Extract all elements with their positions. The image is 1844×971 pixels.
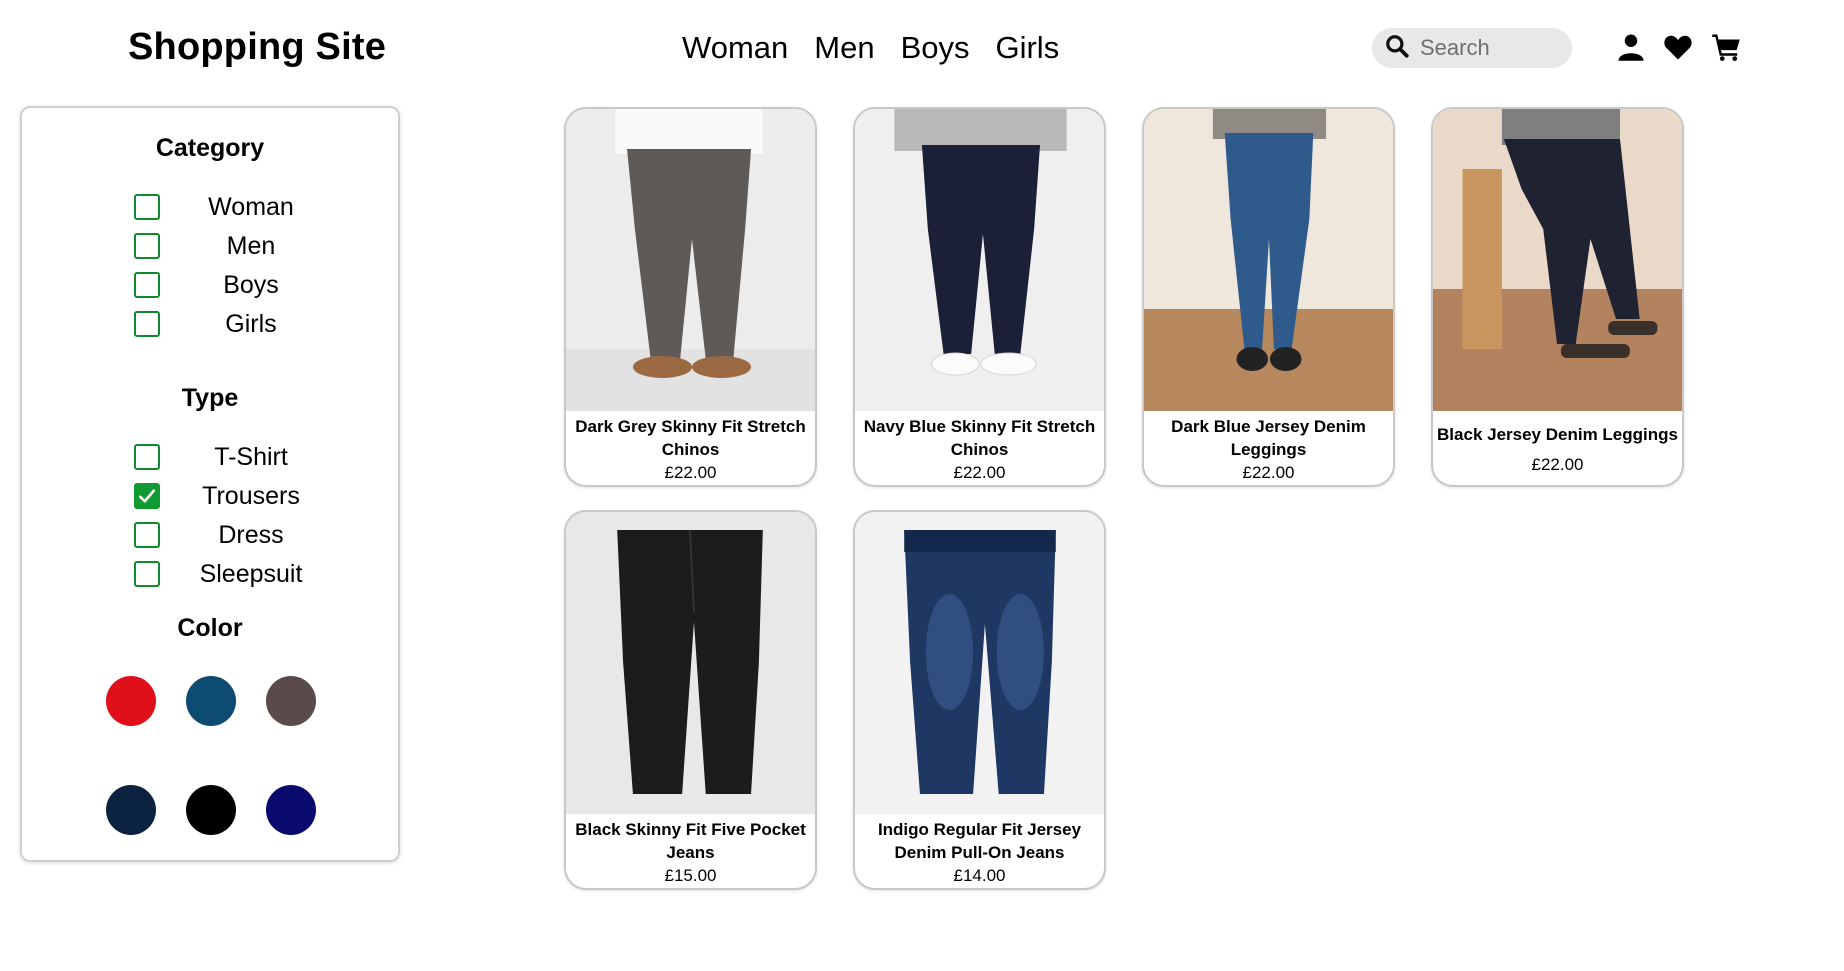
main-nav: Woman Men Boys Girls (682, 30, 1059, 66)
product-price: £15.00 (664, 866, 717, 885)
product-image (566, 512, 815, 814)
filter-category-girls[interactable]: Girls (134, 307, 334, 341)
filter-category-woman[interactable]: Woman (134, 190, 334, 224)
search-icon[interactable] (1384, 33, 1410, 64)
nav-boys[interactable]: Boys (901, 30, 970, 66)
checkbox[interactable] (134, 272, 160, 298)
user-icon[interactable] (1616, 32, 1646, 62)
product-image (1144, 109, 1393, 411)
color-swatch-navy[interactable] (106, 785, 156, 835)
product-name: Indigo Regular Fit Jersey Denim Pull-On … (877, 820, 1082, 862)
product-image (1433, 109, 1682, 411)
cart-icon[interactable] (1711, 32, 1741, 62)
filter-type-dress[interactable]: Dress (134, 518, 334, 552)
product-image (566, 109, 815, 411)
checkbox-checked[interactable] (134, 483, 160, 509)
product-card[interactable]: Black Skinny Fit Five Pocket Jeans £15.0… (564, 510, 817, 890)
option-label: Sleepsuit (199, 559, 303, 588)
type-title: Type (181, 384, 239, 412)
option-label: Trousers (202, 481, 300, 510)
product-card[interactable]: Black Jersey Denim Leggings £22.00 (1431, 107, 1684, 487)
option-label: Boys (223, 270, 279, 299)
search-bar (1372, 28, 1572, 68)
product-card[interactable]: Dark Blue Jersey Denim Leggings £22.00 (1142, 107, 1395, 487)
product-image (855, 109, 1104, 411)
option-label: Dress (218, 520, 284, 549)
color-swatch-blue[interactable] (186, 676, 236, 726)
option-label: T-Shirt (214, 442, 288, 471)
product-price: £22.00 (1531, 455, 1584, 474)
product-card[interactable]: Dark Grey Skinny Fit Stretch Chinos £22.… (564, 107, 817, 487)
product-price: £22.00 (1242, 463, 1295, 482)
product-card[interactable]: Navy Blue Skinny Fit Stretch Chinos £22.… (853, 107, 1106, 487)
option-label: Woman (208, 192, 294, 221)
option-label: Men (226, 231, 276, 260)
site-logo[interactable]: Shopping Site (128, 26, 386, 69)
nav-men[interactable]: Men (814, 30, 874, 66)
product-image (855, 512, 1104, 814)
nav-woman[interactable]: Woman (682, 30, 788, 66)
category-title: Category (155, 134, 265, 162)
checkbox[interactable] (134, 561, 160, 587)
color-title: Color (177, 614, 243, 642)
checkmark-icon (138, 489, 156, 503)
product-name: Dark Blue Jersey Denim Leggings (1171, 417, 1366, 459)
checkbox[interactable] (134, 311, 160, 337)
checkbox[interactable] (134, 233, 160, 259)
search-input[interactable] (1420, 35, 1560, 61)
option-label: Girls (225, 309, 277, 338)
product-name: Black Jersey Denim Leggings (1437, 425, 1678, 444)
checkbox[interactable] (134, 522, 160, 548)
product-name: Black Skinny Fit Five Pocket Jeans (575, 820, 806, 862)
product-price: £22.00 (664, 463, 717, 482)
color-swatch-brown[interactable] (266, 676, 316, 726)
color-swatch-red[interactable] (106, 676, 156, 726)
filter-type-sleepsuit[interactable]: Sleepsuit (134, 557, 334, 591)
product-name: Navy Blue Skinny Fit Stretch Chinos (863, 417, 1096, 459)
filter-type-trousers[interactable]: Trousers (134, 479, 334, 513)
filter-sidebar: Category Woman Men Boys Girls Type T-Shi… (20, 106, 400, 862)
product-price: £14.00 (953, 866, 1006, 885)
product-price: £22.00 (953, 463, 1006, 482)
product-card[interactable]: Indigo Regular Fit Jersey Denim Pull-On … (853, 510, 1106, 890)
filter-category-boys[interactable]: Boys (134, 268, 334, 302)
color-swatch-black[interactable] (186, 785, 236, 835)
product-name: Dark Grey Skinny Fit Stretch Chinos (575, 417, 806, 459)
nav-girls[interactable]: Girls (995, 30, 1059, 66)
checkbox[interactable] (134, 194, 160, 220)
heart-icon[interactable] (1663, 32, 1693, 62)
checkbox[interactable] (134, 444, 160, 470)
filter-category-men[interactable]: Men (134, 229, 334, 263)
filter-type-tshirt[interactable]: T-Shirt (134, 440, 334, 474)
color-swatch-indigo[interactable] (266, 785, 316, 835)
